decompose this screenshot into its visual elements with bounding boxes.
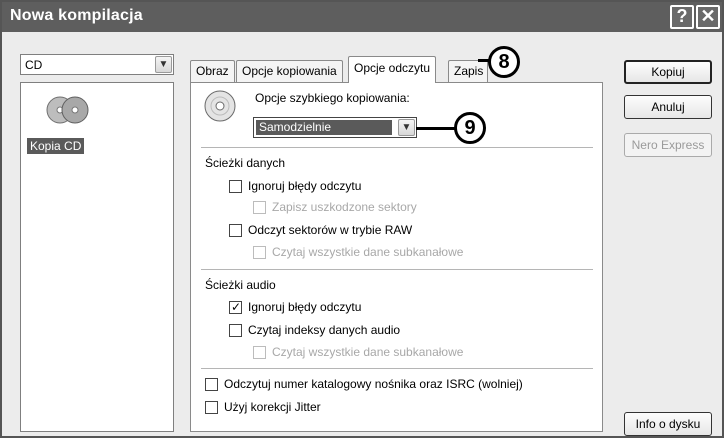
divider	[201, 147, 593, 149]
chevron-down-icon[interactable]: ▼	[155, 56, 172, 73]
jitter-checkbox[interactable]	[205, 401, 218, 414]
cancel-button[interactable]: Anuluj	[624, 95, 712, 119]
fast-copy-select[interactable]: Samodzielnie ▼	[253, 117, 417, 138]
divider	[201, 368, 593, 370]
read-subchannel-audio-checkbox[interactable]	[253, 346, 266, 359]
compilation-type-select[interactable]: CD ▼	[20, 54, 174, 75]
chevron-down-icon[interactable]: ▼	[398, 119, 415, 136]
read-subchannel-audio-label: Czytaj wszystkie dane subkanałowe	[272, 345, 464, 359]
callout-line	[416, 127, 456, 130]
read-options-panel: Opcje szybkiego kopiowania: Samodzielnie…	[190, 82, 603, 432]
read-audio-indexes-checkbox[interactable]	[229, 324, 242, 337]
data-ignore-errors-label: Ignoruj błędy odczytu	[248, 179, 362, 193]
raw-read-checkbox[interactable]	[229, 224, 242, 237]
disc-info-button[interactable]: Info o dysku	[624, 412, 712, 436]
tab-obraz[interactable]: Obraz	[190, 60, 235, 82]
data-tracks-heading: Ścieżki danych	[205, 156, 286, 170]
data-ignore-errors-checkbox[interactable]	[229, 180, 242, 193]
raw-read-label: Odczyt sektorów w trybie RAW	[248, 223, 413, 237]
copy-button[interactable]: Kopiuj	[624, 60, 712, 84]
disc-copy-icon	[46, 96, 89, 124]
close-button[interactable]: ✕	[696, 5, 720, 29]
nero-express-button[interactable]: Nero Express	[624, 133, 712, 157]
cd-icon	[204, 90, 236, 122]
audio-tracks-heading: Ścieżki audio	[205, 278, 276, 292]
read-subchannel-data-label: Czytaj wszystkie dane subkanałowe	[272, 245, 464, 259]
tab-opcje-kopiowania[interactable]: Opcje kopiowania	[236, 60, 343, 82]
catalog-isrc-checkbox[interactable]	[205, 378, 218, 391]
checkmark-icon: ✓	[231, 300, 242, 314]
read-subchannel-data-checkbox[interactable]	[253, 246, 266, 259]
list-item-kopia-cd[interactable]: Kopia CD	[27, 138, 85, 154]
new-compilation-window: Nowa kompilacja ? ✕ CD ▼ Kopia CD Obraz …	[0, 0, 724, 438]
compilation-type-value: CD	[25, 58, 43, 72]
fast-copy-value: Samodzielnie	[256, 120, 392, 135]
tab-opcje-odczytu[interactable]: Opcje odczytu	[348, 56, 437, 83]
callout-badge-dropdown: 9	[454, 112, 486, 144]
audio-ignore-errors-checkbox[interactable]: ✓	[229, 300, 242, 314]
save-corrupted-label: Zapisz uszkodzone sektory	[272, 200, 417, 214]
compilation-list[interactable]: Kopia CD	[20, 82, 174, 432]
tab-zapis[interactable]: Zapis	[448, 60, 488, 82]
read-audio-indexes-label: Czytaj indeksy danych audio	[248, 323, 401, 337]
jitter-label: Użyj korekcji Jitter	[224, 400, 321, 414]
catalog-isrc-label: Odczytuj numer katalogowy nośnika oraz I…	[224, 377, 523, 391]
title-bar: Nowa kompilacja ? ✕	[2, 2, 722, 32]
help-button[interactable]: ?	[670, 5, 694, 29]
audio-ignore-errors-label: Ignoruj błędy odczytu	[248, 300, 362, 314]
window-title: Nowa kompilacja	[10, 7, 143, 24]
callout-badge-tab: 8	[488, 46, 520, 78]
fast-copy-label: Opcje szybkiego kopiowania:	[255, 91, 410, 105]
save-corrupted-checkbox[interactable]	[253, 201, 266, 214]
divider	[201, 269, 593, 271]
